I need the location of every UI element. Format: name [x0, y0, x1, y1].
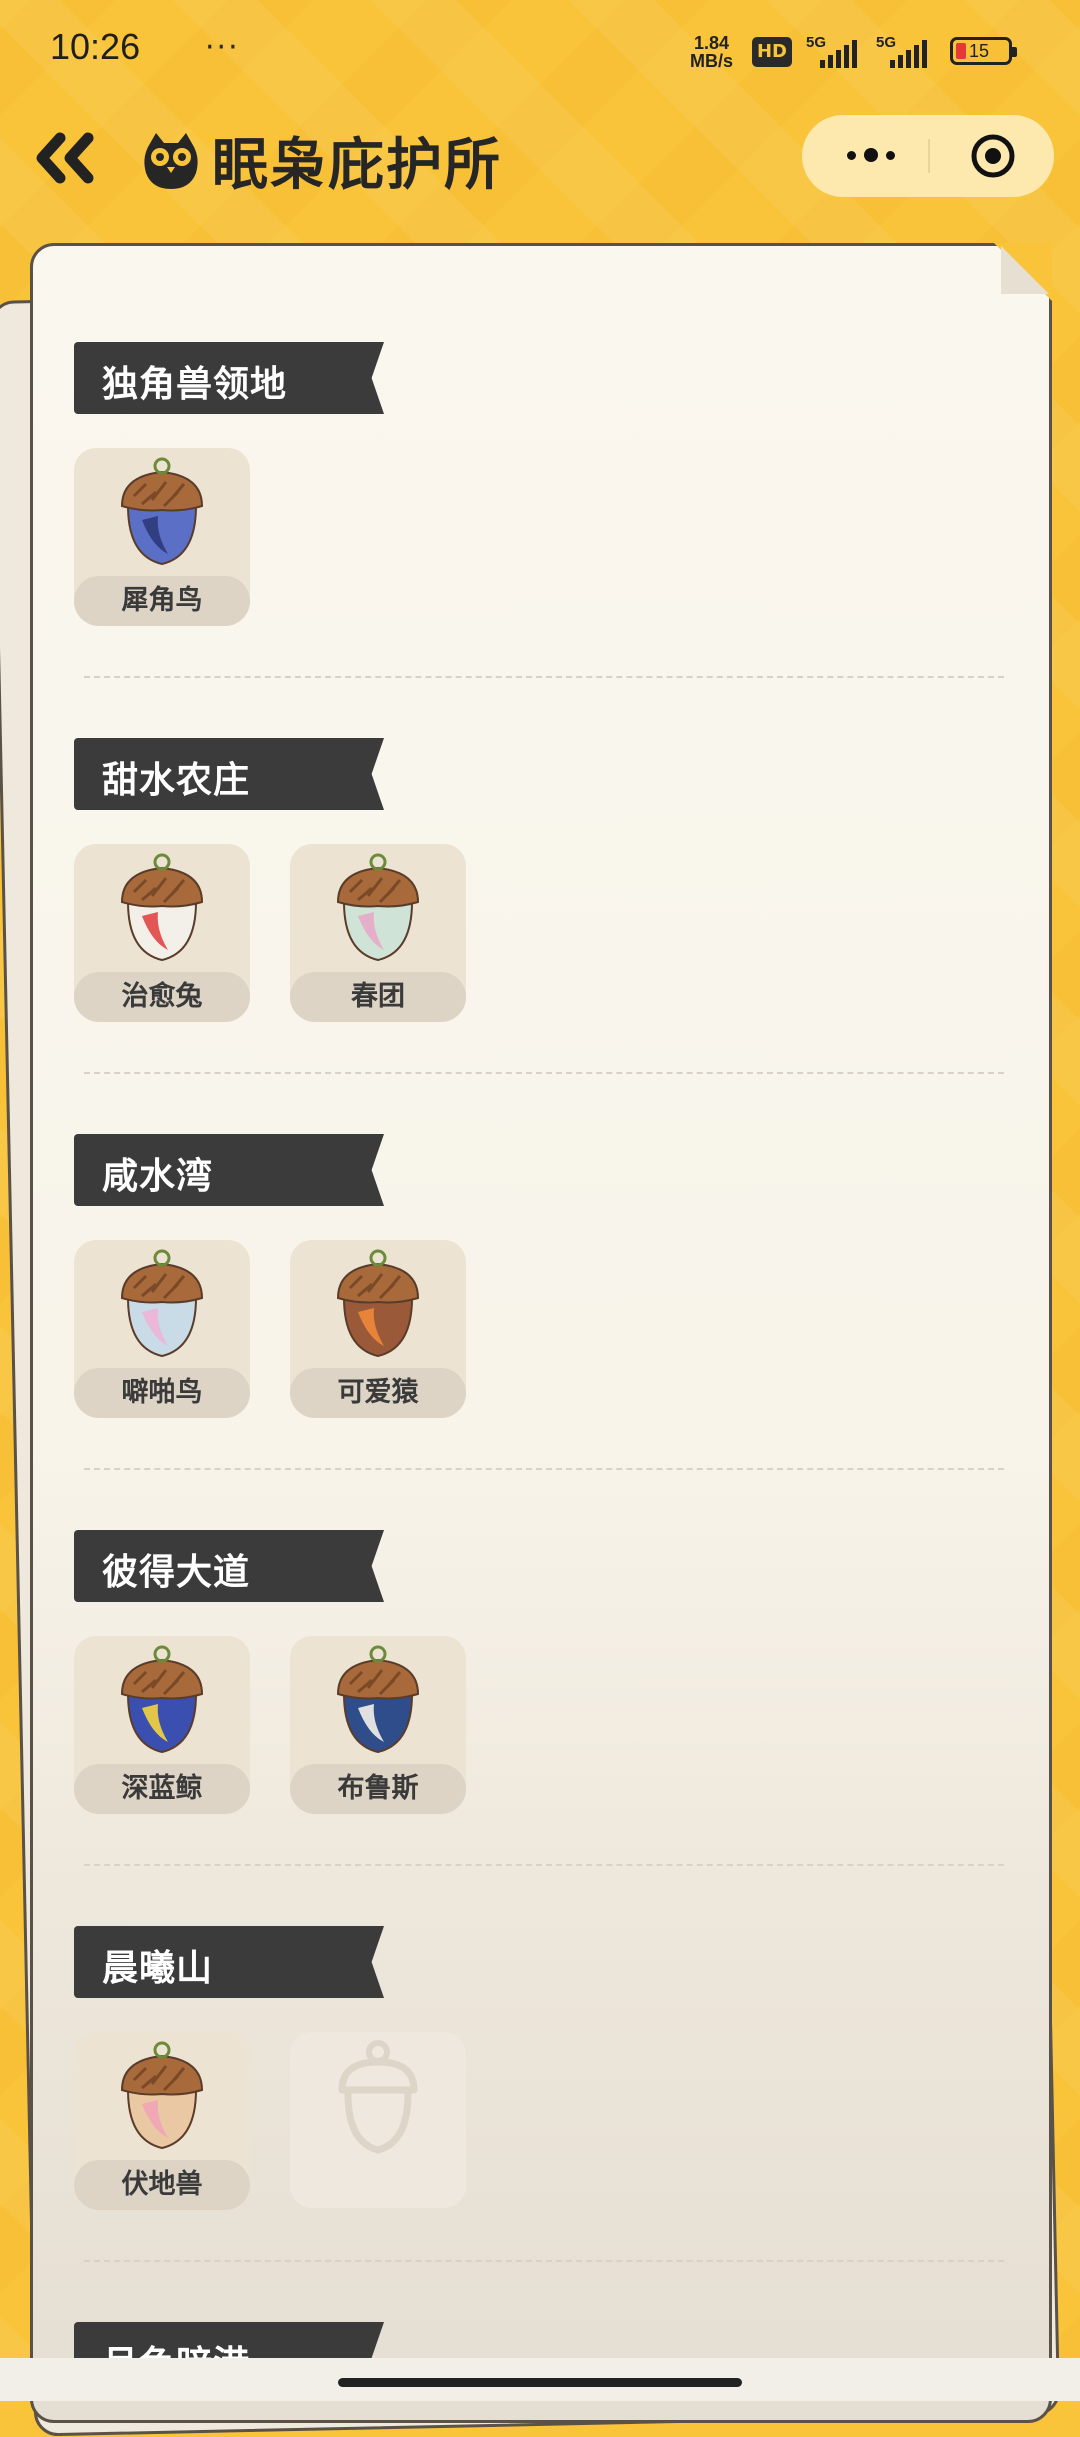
creature-name: 深蓝鲸 [74, 1764, 250, 1814]
network-speed: 1.84 MB/s [690, 33, 734, 71]
acorn-capsule-icon [120, 1249, 204, 1358]
double-chevron-left-icon [36, 132, 94, 184]
status-more-dots: ··· [205, 30, 240, 65]
acorn-capsule-icon [120, 457, 204, 566]
acorn-capsule-icon [336, 1249, 420, 1358]
creature-name: 伏地兽 [74, 2160, 250, 2210]
signal-icon-sim2: 5G [876, 34, 946, 68]
more-options-button[interactable] [836, 135, 906, 175]
creature-card[interactable]: 可爱猿 [290, 1240, 466, 1418]
close-miniprogram-button[interactable] [970, 133, 1016, 179]
creature-name: 可爱猿 [290, 1368, 466, 1418]
section-divider [84, 2260, 1004, 2262]
section-divider [84, 1072, 1004, 1074]
creature-card[interactable]: 犀角鸟 [74, 448, 250, 626]
creature-grid: 治愈兔 春团 [74, 844, 1004, 1022]
region-title: 甜水农庄 [74, 738, 384, 810]
region-title-label: 甜水农庄 [102, 760, 251, 801]
status-time: 10:26 [50, 26, 141, 67]
region-title-label: 晨曦山 [102, 1948, 214, 1989]
region-section: 晨曦山伏地兽 [74, 1926, 1004, 2210]
acorn-capsule-icon [336, 1645, 420, 1754]
region-section: 咸水湾噼啪鸟 可爱猿 [74, 1134, 1004, 1418]
creature-card[interactable]: 伏地兽 [74, 2032, 250, 2210]
acorn-capsule-icon [120, 853, 204, 962]
creature-name: 治愈兔 [74, 972, 250, 1022]
empty-slot-card[interactable] [290, 2032, 466, 2210]
page-title: 眠枭庇护所 [212, 132, 502, 198]
region-title-label: 彼得大道 [102, 1552, 251, 1593]
creature-name: 布鲁斯 [290, 1764, 466, 1814]
creature-grid: 噼啪鸟 可爱猿 [74, 1240, 1004, 1418]
capsule-divider [928, 139, 930, 173]
creature-name: 噼啪鸟 [74, 1368, 250, 1418]
home-indicator[interactable] [338, 2378, 742, 2387]
creature-grid: 深蓝鲸 布鲁斯 [74, 1636, 1004, 1814]
hd-icon: HD [752, 37, 792, 67]
region-title: 独角兽领地 [74, 342, 384, 414]
region-section: 甜水农庄治愈兔 春团 [74, 738, 1004, 1022]
status-bar: 10:26 ··· 1.84 MB/s HD 5G 5G 15 [0, 0, 1080, 100]
acorn-capsule-icon [120, 1645, 204, 1754]
creature-card[interactable]: 布鲁斯 [290, 1636, 466, 1814]
creature-card[interactable]: 治愈兔 [74, 844, 250, 1022]
battery-icon: 15 [950, 37, 1017, 65]
section-divider [84, 1864, 1004, 1866]
section-divider [84, 1468, 1004, 1470]
creature-card[interactable]: 深蓝鲸 [74, 1636, 250, 1814]
acorn-capsule-icon [120, 2041, 204, 2150]
region-title: 晨曦山 [74, 1926, 384, 1998]
creature-card[interactable]: 春团 [290, 844, 466, 1022]
region-section: 彼得大道深蓝鲸 布鲁斯 [74, 1530, 1004, 1814]
page-title-group: 眠枭庇护所 [138, 120, 502, 200]
creature-grid: 伏地兽 [74, 2032, 1004, 2210]
region-title-label: 咸水湾 [102, 1156, 214, 1197]
creature-name: 春团 [290, 972, 466, 1022]
owl-logo-icon [144, 133, 198, 189]
section-divider [84, 676, 1004, 678]
region-title-label: 独角兽领地 [102, 364, 288, 405]
signal-icon-sim1: 5G [806, 34, 876, 68]
creature-card[interactable]: 噼啪鸟 [74, 1240, 250, 1418]
region-section: 独角兽领地犀角鸟 [74, 342, 1004, 626]
region-title: 彼得大道 [74, 1530, 384, 1602]
dot-icon [864, 148, 878, 162]
back-button[interactable] [30, 128, 102, 188]
dot-icon [847, 150, 856, 160]
dot-icon [886, 150, 895, 160]
acorn-outline-icon [338, 2040, 418, 2154]
creature-grid: 犀角鸟 [74, 448, 1004, 626]
region-title: 咸水湾 [74, 1134, 384, 1206]
mini-program-capsule [802, 115, 1054, 197]
acorn-capsule-icon [336, 853, 420, 962]
creature-name: 犀角鸟 [74, 576, 250, 626]
